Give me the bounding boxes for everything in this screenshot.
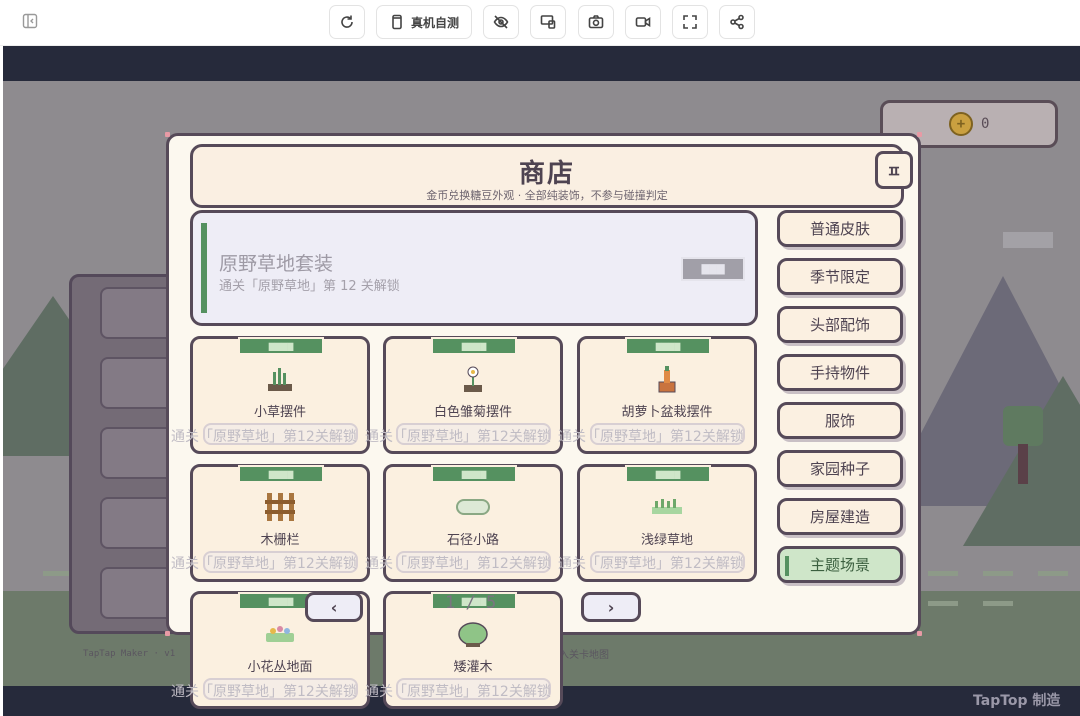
corner-dot (165, 132, 170, 137)
item-name: 矮灌木 (453, 660, 493, 675)
category-tab-active[interactable]: 主题场景 (777, 546, 903, 583)
carrot-pot-icon (580, 361, 754, 397)
hide-button[interactable] (483, 5, 519, 39)
shop-header: 商店 金币兑换糖豆外观 · 全部纯装饰，不参与碰撞判定 ㅍ (190, 144, 913, 208)
shrub-icon (386, 616, 560, 652)
road-dash (1038, 571, 1068, 576)
item-lock-text: 通关「原野草地」第12关解锁 (171, 684, 357, 700)
prev-page-button[interactable]: ‹ (305, 592, 363, 622)
item-lock-text: 通关「原野草地」第12关解锁 (558, 429, 744, 445)
category-tab[interactable]: 房屋建造 (777, 498, 903, 535)
sidebar-toggle-icon[interactable] (22, 13, 38, 29)
road-dash (928, 601, 958, 606)
item-tag: ▇▇▇▇ (625, 465, 711, 483)
category-tab[interactable]: 家园种子 (777, 450, 903, 487)
item-name: 浅绿草地 (640, 533, 693, 548)
shop-title: 商店 (518, 159, 575, 189)
corner-dot (917, 631, 922, 636)
device-switch-icon (540, 15, 556, 29)
taptop-watermark: TapTop 制造 (973, 693, 1061, 709)
category-tab[interactable]: 普通皮肤 (777, 210, 903, 247)
corner-dot (917, 132, 922, 137)
road-dash (928, 571, 958, 576)
item-lock-text: 通关「原野草地」第12关解锁 (365, 429, 551, 445)
featured-accent-bar (201, 223, 207, 313)
item-name: 白色雏菊摆件 (433, 405, 512, 420)
item-lock-text: 通关「原野草地」第12关解锁 (171, 556, 357, 572)
camera-icon (588, 15, 604, 29)
item-name: 石径小路 (446, 533, 499, 548)
featured-bundle[interactable]: 原野草地套装 通关「原野草地」第 12 关解锁 ▇▇▇ (190, 210, 758, 326)
shop-subtitle: 金币兑换糖豆外观 · 全部纯装饰，不参与碰撞判定 (426, 189, 668, 202)
item-lock-text: 通关「原野草地」第12关解锁 (365, 684, 551, 700)
phone-icon (392, 14, 402, 30)
featured-name: 原野草地套装 (219, 253, 334, 275)
chevron-right-icon: › (607, 597, 615, 617)
daisy-icon (386, 361, 560, 397)
item-tag: ▇▇▇▇ (625, 337, 711, 355)
refresh-button[interactable] (329, 5, 365, 39)
category-label: 普通皮肤 (809, 220, 870, 238)
device-test-button[interactable]: 真机自测 (376, 5, 472, 39)
close-icon: ㅍ (886, 162, 902, 181)
featured-locked-badge: ▇▇▇ (681, 257, 745, 281)
category-tab[interactable]: 季节限定 (777, 258, 903, 295)
category-label: 服饰 (824, 412, 855, 430)
game-canvas[interactable]: + 0 TapTap Maker · v1 入关卡地图 TapTop 制造 商店… (3, 46, 1080, 716)
stone-path-icon (386, 489, 560, 525)
category-label: 头部配饰 (809, 316, 870, 334)
item-tag: ▇▇▇▇ (238, 465, 324, 483)
item-lock-text: 通关「原野草地」第12关解锁 (365, 556, 551, 572)
item-name: 胡萝卜盆栽摆件 (621, 405, 713, 420)
category-tab[interactable]: 服饰 (777, 402, 903, 439)
background-caption-right: 入关卡地图 (559, 650, 609, 661)
road-dash (983, 571, 1013, 576)
item-tag: ▇▇▇▇ (238, 337, 324, 355)
record-button[interactable] (625, 5, 661, 39)
category-label: 季节限定 (809, 268, 870, 286)
share-icon (730, 14, 744, 30)
road-dash (983, 601, 1013, 606)
next-page-button[interactable]: › (581, 592, 641, 622)
item-tag: ▇▇▇▇ (431, 465, 517, 483)
category-label: 主题场景 (809, 556, 870, 574)
category-label: 手持物件 (809, 364, 870, 382)
refresh-icon (341, 15, 353, 28)
video-icon (635, 17, 651, 27)
eye-off-icon (493, 15, 509, 29)
screenshot-button[interactable] (578, 5, 614, 39)
coin-icon: + (949, 112, 973, 136)
fullscreen-button[interactable] (672, 5, 708, 39)
item-tag: ▇▇▇▇ (431, 337, 517, 355)
item-name: 小花丛地面 (247, 660, 313, 675)
item-lock-text: 通关「原野草地」第12关解锁 (171, 429, 357, 445)
tree-icon (1003, 406, 1043, 446)
grass-icon (193, 361, 367, 397)
item-name: 小草摆件 (253, 405, 306, 420)
item-lock-text: 通关「原野草地」第12关解锁 (558, 556, 744, 572)
close-button[interactable]: ㅍ (875, 151, 913, 189)
device-switch-button[interactable] (530, 5, 566, 39)
fullscreen-icon (683, 15, 697, 29)
cloud-shape (1003, 232, 1053, 248)
chevron-left-icon: ‹ (330, 597, 338, 617)
corner-dot (165, 631, 170, 636)
share-button[interactable] (719, 5, 755, 39)
device-test-label: 真机自测 (410, 15, 459, 30)
top-toolbar: 真机自测 (0, 0, 1080, 46)
featured-desc: 通关「原野草地」第 12 关解锁 (219, 279, 400, 294)
page-indicator: 1 / 5 (445, 593, 497, 613)
category-label: 房屋建造 (809, 508, 870, 526)
background-caption: TapTap Maker · v1 (83, 649, 176, 659)
category-tab[interactable]: 手持物件 (777, 354, 903, 391)
category-label: 家园种子 (809, 460, 870, 478)
coin-value: 0 (981, 116, 990, 132)
category-tab[interactable]: 头部配饰 (777, 306, 903, 343)
tree-trunk (1018, 444, 1028, 484)
fence-icon (193, 489, 367, 525)
lawn-icon (580, 489, 754, 525)
item-name: 木栅栏 (260, 533, 300, 548)
